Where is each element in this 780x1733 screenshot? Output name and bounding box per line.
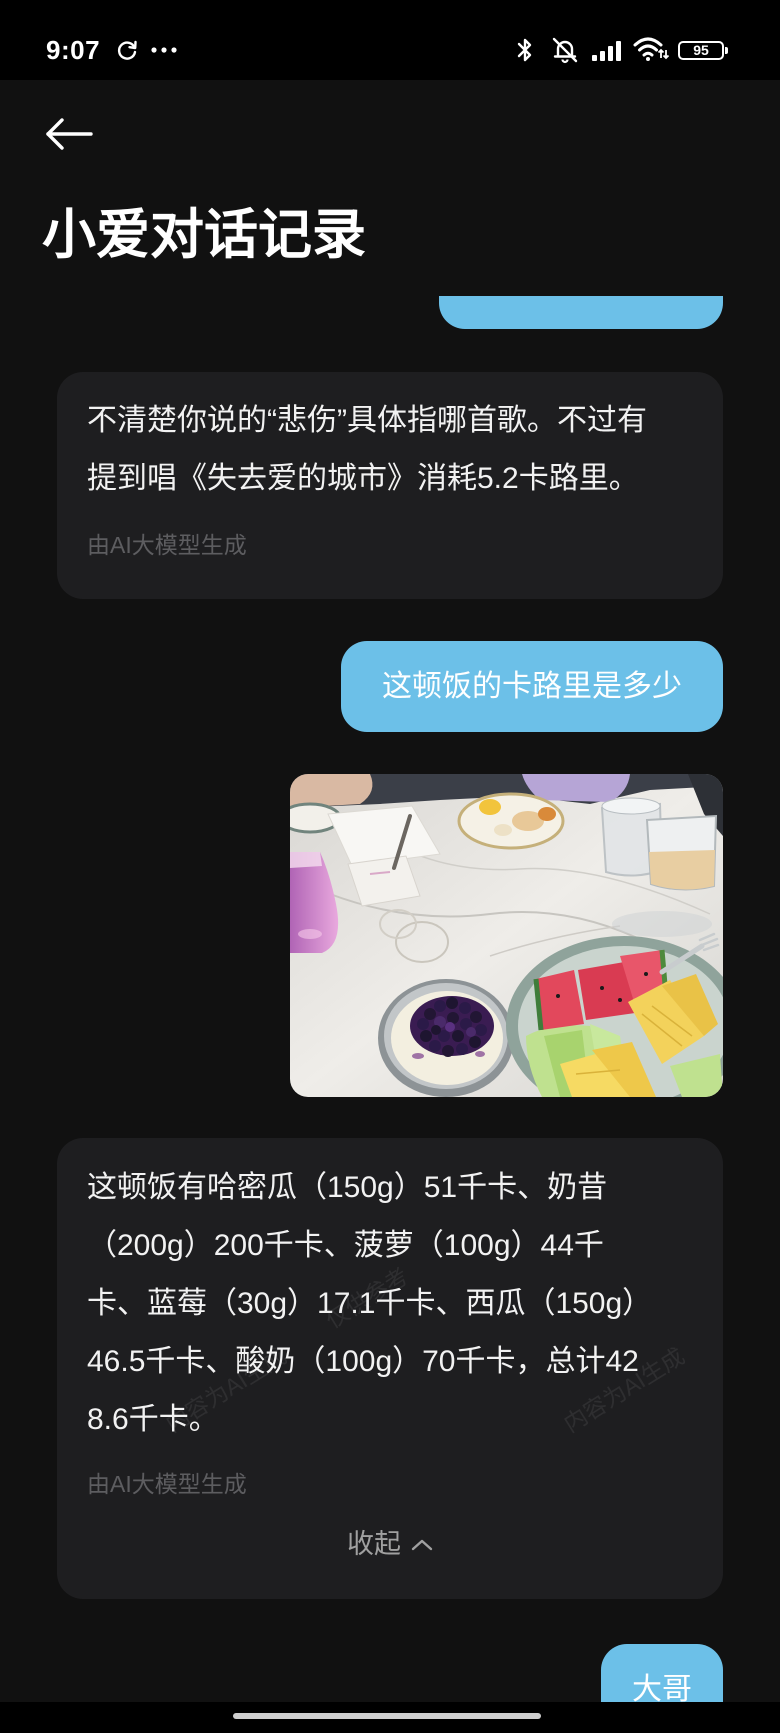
- reply-text-line: 8.6千卡。: [87, 1403, 219, 1436]
- battery-icon: 95: [678, 41, 728, 60]
- back-arrow-icon: [46, 118, 93, 150]
- reply-text-line: 这顿饭有哈密瓜（150g）51千卡、奶昔: [87, 1171, 608, 1204]
- user-message-text: 大哥: [632, 1672, 692, 1703]
- collapse-label: 收起: [347, 1529, 401, 1559]
- back-button[interactable]: [44, 118, 94, 150]
- user-message-bubble-clipped[interactable]: [439, 296, 723, 329]
- assistant-reply-card[interactable]: 内容为AI生成 仅供参考 内容为AI生成 这顿饭有哈密瓜（150g）51千卡、奶…: [57, 1138, 723, 1599]
- reply-text-line: 卡、蓝莓（30g）17.1千卡、西瓜（150g）: [87, 1287, 653, 1320]
- center-plate: [457, 792, 565, 850]
- home-indicator[interactable]: [233, 1713, 541, 1719]
- ai-generated-note: 由AI大模型生成: [87, 1471, 247, 1497]
- status-bar: 9:07 95: [0, 0, 780, 80]
- chevron-up-icon: [411, 1539, 433, 1550]
- user-message-bubble[interactable]: 大哥: [601, 1644, 723, 1702]
- gesture-nav-bar: [0, 1702, 780, 1733]
- status-time: 9:07: [46, 35, 101, 65]
- page-title: 小爱对话记录: [42, 205, 366, 265]
- reply-text-line: 提到唱《失去爱的城市》消耗5.2卡路里。: [87, 462, 639, 495]
- chat-scroll-area[interactable]: 不清楚你说的“悲伤”具体指哪首歌。不过有 提到唱《失去爱的城市》消耗5.2卡路里…: [0, 296, 780, 1702]
- assistant-reply-card[interactable]: 不清楚你说的“悲伤”具体指哪首歌。不过有 提到唱《失去爱的城市》消耗5.2卡路里…: [57, 372, 723, 599]
- user-message-bubble[interactable]: 这顿饭的卡路里是多少: [341, 641, 723, 732]
- collapse-button[interactable]: 收起: [87, 1524, 693, 1564]
- screen: 9:07 95 小爱对话记录 不清楚你说的“悲伤”具体指哪首歌。不过有 提到唱《…: [0, 0, 780, 1733]
- signal-icon: [592, 41, 624, 61]
- reply-text-line: 不清楚你说的“悲伤”具体指哪首歌。不过有: [87, 404, 647, 437]
- more-dots-icon: [151, 47, 177, 53]
- battery-nub: [725, 47, 728, 54]
- meal-photo: [290, 774, 723, 1097]
- user-message-text: 这顿饭的卡路里是多少: [382, 669, 682, 703]
- sync-icon: [116, 39, 138, 61]
- ai-generated-note: 由AI大模型生成: [87, 532, 247, 558]
- battery-level: 95: [678, 41, 724, 60]
- user-image-message[interactable]: [290, 774, 723, 1097]
- mute-icon: [550, 36, 580, 64]
- reply-text-line: 46.5千卡、酸奶（100g）70千卡，总计42: [87, 1345, 639, 1378]
- bluetooth-icon: [515, 37, 535, 63]
- wifi-icon: [633, 36, 669, 62]
- reply-text-line: （200g）200千卡、菠萝（100g）44千: [87, 1229, 604, 1262]
